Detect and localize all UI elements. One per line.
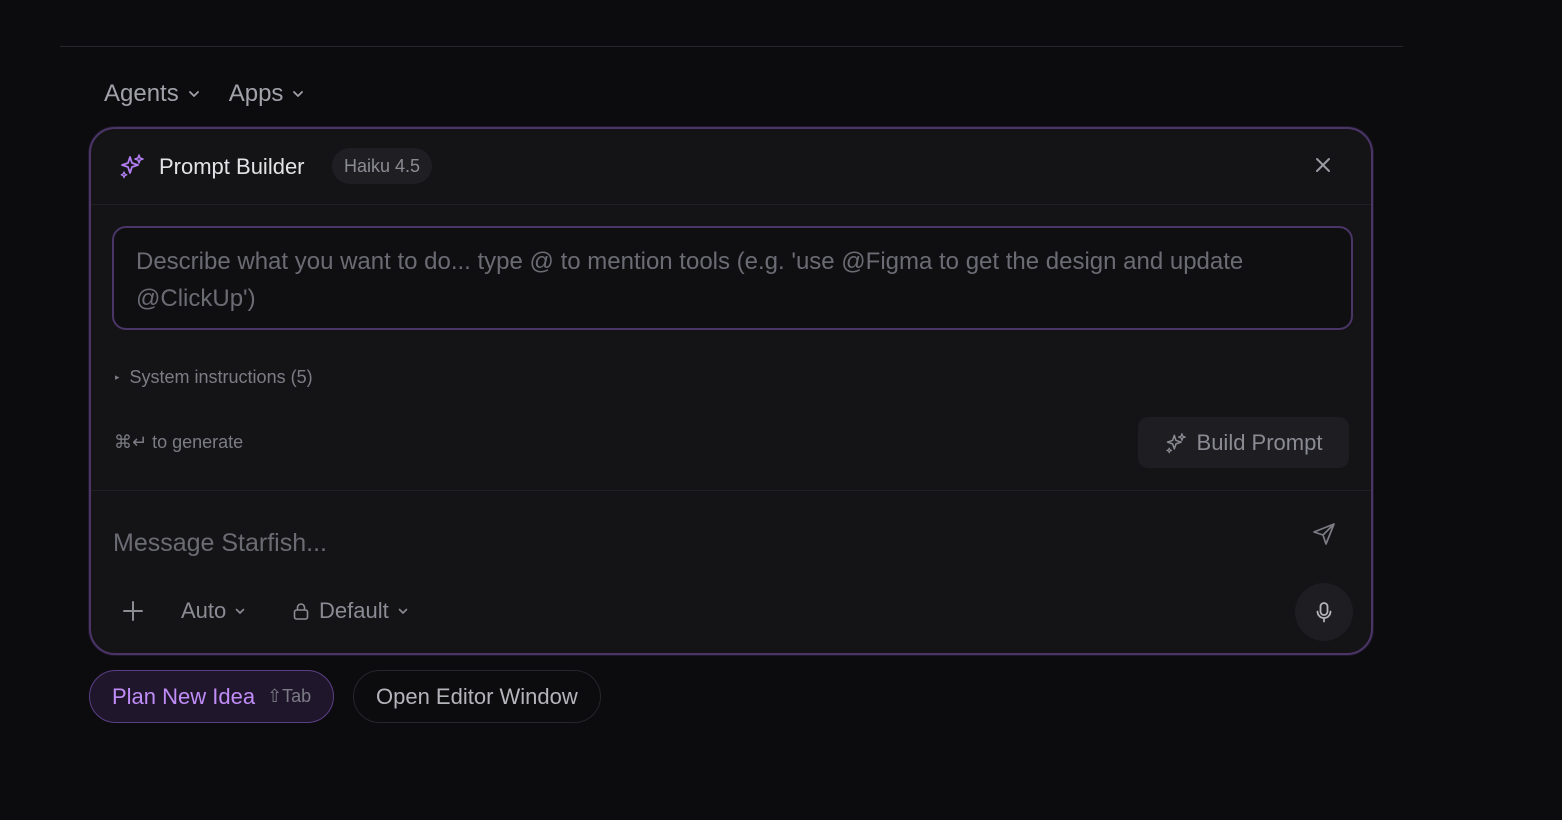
plan-new-idea-button[interactable]: Plan New Idea ⇧Tab xyxy=(89,670,335,723)
lock-icon xyxy=(293,603,309,620)
mode-label: Auto xyxy=(181,598,227,623)
permission-selector[interactable]: Default xyxy=(291,598,409,624)
permission-label: Default xyxy=(319,598,389,623)
message-input[interactable] xyxy=(113,523,1263,563)
prompt-builder-title: Prompt Builder xyxy=(159,154,305,179)
sparkle-icon xyxy=(120,154,144,179)
top-nav: Agents Apps xyxy=(104,80,305,108)
system-instructions-toggle[interactable]: ▸ System instructions (5) xyxy=(115,367,313,388)
model-badge: Haiku 4.5 xyxy=(332,148,433,184)
chevron-down-icon xyxy=(235,608,245,614)
send-icon[interactable] xyxy=(1311,521,1337,547)
build-prompt-button[interactable]: Build Prompt xyxy=(1138,417,1349,468)
apps-menu[interactable]: Apps xyxy=(229,80,306,108)
prompt-description-field xyxy=(112,226,1353,330)
chevron-down-icon xyxy=(188,91,199,97)
apps-label: Apps xyxy=(228,80,284,107)
prompt-builder-panel: Prompt Builder Haiku 4.5 ▸ System instru… xyxy=(89,127,1373,655)
agents-label: Agents xyxy=(104,80,179,107)
open-editor-window-button[interactable]: Open Editor Window xyxy=(353,670,601,723)
generate-shortcut-hint: ⌘↵ to generate xyxy=(114,432,244,452)
prompt-description-input[interactable] xyxy=(136,243,1329,313)
caret-right-icon: ▸ xyxy=(115,372,120,382)
plus-icon[interactable] xyxy=(121,599,145,623)
top-divider xyxy=(60,46,1403,47)
plan-new-idea-label: Plan New Idea xyxy=(112,683,256,709)
system-instructions-label: System instructions (5) xyxy=(129,367,313,387)
plan-shortcut-hint: ⇧Tab xyxy=(267,686,312,706)
sparkle-icon xyxy=(1165,432,1186,453)
microphone-button[interactable] xyxy=(1295,583,1353,641)
chevron-down-icon xyxy=(398,608,408,614)
open-editor-window-label: Open Editor Window xyxy=(376,683,578,709)
close-icon[interactable] xyxy=(1313,155,1333,175)
mode-selector[interactable]: Auto xyxy=(181,598,246,624)
agents-menu[interactable]: Agents xyxy=(104,80,201,108)
composer-divider xyxy=(91,490,1371,491)
build-prompt-label: Build Prompt xyxy=(1196,429,1323,455)
prompt-builder-header: Prompt Builder Haiku 4.5 xyxy=(91,129,1371,205)
chevron-down-icon xyxy=(293,91,304,97)
microphone-icon xyxy=(1316,602,1332,623)
